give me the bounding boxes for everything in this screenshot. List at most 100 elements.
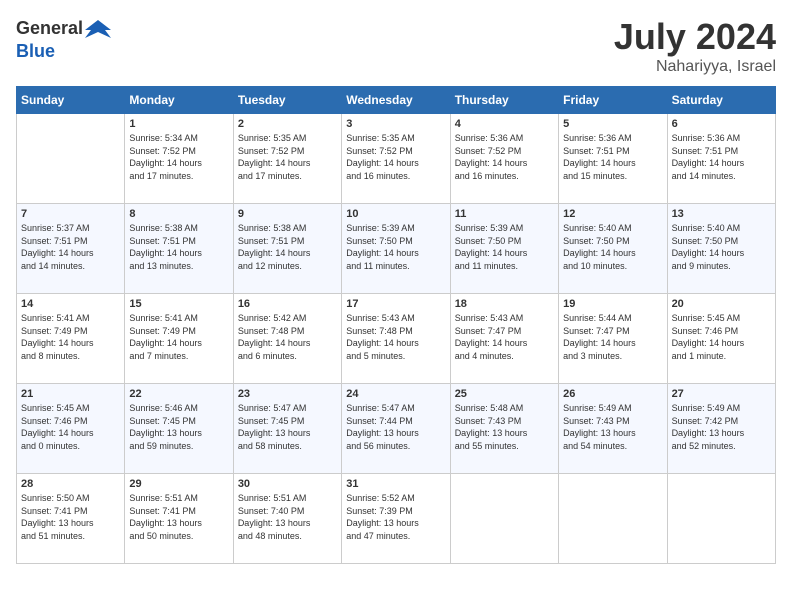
day-info: Sunrise: 5:38 AM Sunset: 7:51 PM Dayligh…: [129, 222, 228, 272]
day-number: 9: [238, 208, 337, 220]
calendar-table: SundayMondayTuesdayWednesdayThursdayFrid…: [16, 86, 776, 564]
day-number: 21: [21, 388, 120, 400]
day-cell: 22Sunrise: 5:46 AM Sunset: 7:45 PM Dayli…: [125, 384, 233, 474]
day-cell: 8 Sunrise: 5:38 AM Sunset: 7:51 PM Daylig…: [125, 204, 233, 294]
day-number: 7: [21, 208, 120, 220]
day-info: Sunrise: 5:37 AM Sunset: 7:51 PM Dayligh…: [21, 222, 120, 272]
week-row-3: 14 Sunrise: 5:41 AM Sunset: 7:49 PM Dayli…: [17, 294, 776, 384]
day-cell: 11 Sunrise: 5:39 AM Sunset: 7:50 PM Dayli…: [450, 204, 558, 294]
title-block: July 2024 Nahariyya, Israel: [614, 16, 776, 76]
day-cell: 18 Sunrise: 5:43 AM Sunset: 7:47 PM Dayli…: [450, 294, 558, 384]
month-title: July 2024: [614, 16, 776, 58]
week-row-2: 7 Sunrise: 5:37 AM Sunset: 7:51 PM Daylig…: [17, 204, 776, 294]
day-cell: 19 Sunrise: 5:44 AM Sunset: 7:47 PM Dayli…: [559, 294, 667, 384]
day-cell: [17, 114, 125, 204]
day-number: 31: [346, 478, 445, 490]
page-header: General Blue July 2024 Nahariyya, Israel: [16, 16, 776, 76]
day-info: Sunrise: 5:36 AM Sunset: 7:51 PM Dayligh…: [563, 132, 662, 182]
col-header-wednesday: Wednesday: [342, 87, 450, 114]
day-info: Sunrise: 5:34 AM Sunset: 7:52 PM Dayligh…: [129, 132, 228, 182]
day-cell: 2 Sunrise: 5:35 AM Sunset: 7:52 PM Daylig…: [233, 114, 341, 204]
day-info: Sunrise: 5:43 AM Sunset: 7:48 PM Dayligh…: [346, 312, 445, 362]
day-cell: 29 Sunrise: 5:51 AM Sunset: 7:41 PM Dayli…: [125, 474, 233, 564]
day-number: 11: [455, 208, 554, 220]
day-info: Sunrise: 5:49 AM Sunset: 7:43 PM Dayligh…: [563, 402, 662, 452]
day-cell: 27Sunrise: 5:49 AM Sunset: 7:42 PM Dayli…: [667, 384, 775, 474]
day-cell: [559, 474, 667, 564]
day-number: 12: [563, 208, 662, 220]
day-cell: 9 Sunrise: 5:38 AM Sunset: 7:51 PM Daylig…: [233, 204, 341, 294]
day-cell: 12 Sunrise: 5:40 AM Sunset: 7:50 PM Dayli…: [559, 204, 667, 294]
day-info: Sunrise: 5:41 AM Sunset: 7:49 PM Dayligh…: [129, 312, 228, 362]
week-row-1: 1 Sunrise: 5:34 AM Sunset: 7:52 PM Daylig…: [17, 114, 776, 204]
day-number: 24: [346, 388, 445, 400]
day-info: Sunrise: 5:44 AM Sunset: 7:47 PM Dayligh…: [563, 312, 662, 362]
day-number: 4: [455, 118, 554, 130]
day-number: 29: [129, 478, 228, 490]
day-cell: 10 Sunrise: 5:39 AM Sunset: 7:50 PM Dayli…: [342, 204, 450, 294]
day-number: 28: [21, 478, 120, 490]
day-number: 18: [455, 298, 554, 310]
day-number: 2: [238, 118, 337, 130]
day-info: Sunrise: 5:35 AM Sunset: 7:52 PM Dayligh…: [238, 132, 337, 182]
day-info: Sunrise: 5:48 AM Sunset: 7:43 PM Dayligh…: [455, 402, 554, 452]
day-info: Sunrise: 5:36 AM Sunset: 7:52 PM Dayligh…: [455, 132, 554, 182]
day-number: 23: [238, 388, 337, 400]
day-info: Sunrise: 5:38 AM Sunset: 7:51 PM Dayligh…: [238, 222, 337, 272]
day-cell: 21 Sunrise: 5:45 AM Sunset: 7:46 PM Dayli…: [17, 384, 125, 474]
logo-text-block: General Blue: [16, 16, 111, 62]
day-info: Sunrise: 5:36 AM Sunset: 7:51 PM Dayligh…: [672, 132, 771, 182]
logo-general: General: [16, 18, 83, 38]
day-number: 1: [129, 118, 228, 130]
day-info: Sunrise: 5:52 AM Sunset: 7:39 PM Dayligh…: [346, 492, 445, 542]
week-row-5: 28 Sunrise: 5:50 AM Sunset: 7:41 PM Dayli…: [17, 474, 776, 564]
day-info: Sunrise: 5:47 AM Sunset: 7:45 PM Dayligh…: [238, 402, 337, 452]
day-info: Sunrise: 5:39 AM Sunset: 7:50 PM Dayligh…: [346, 222, 445, 272]
day-info: Sunrise: 5:49 AM Sunset: 7:42 PM Dayligh…: [672, 402, 771, 452]
day-number: 19: [563, 298, 662, 310]
day-number: 3: [346, 118, 445, 130]
day-cell: 16Sunrise: 5:42 AM Sunset: 7:48 PM Dayli…: [233, 294, 341, 384]
day-cell: 28 Sunrise: 5:50 AM Sunset: 7:41 PM Dayli…: [17, 474, 125, 564]
week-row-4: 21 Sunrise: 5:45 AM Sunset: 7:46 PM Dayli…: [17, 384, 776, 474]
col-header-friday: Friday: [559, 87, 667, 114]
day-cell: 6 Sunrise: 5:36 AM Sunset: 7:51 PM Daylig…: [667, 114, 775, 204]
day-info: Sunrise: 5:43 AM Sunset: 7:47 PM Dayligh…: [455, 312, 554, 362]
location-title: Nahariyya, Israel: [614, 58, 776, 76]
day-number: 5: [563, 118, 662, 130]
day-info: Sunrise: 5:40 AM Sunset: 7:50 PM Dayligh…: [672, 222, 771, 272]
day-number: 25: [455, 388, 554, 400]
day-cell: 13Sunrise: 5:40 AM Sunset: 7:50 PM Dayli…: [667, 204, 775, 294]
day-info: Sunrise: 5:50 AM Sunset: 7:41 PM Dayligh…: [21, 492, 120, 542]
day-number: 10: [346, 208, 445, 220]
day-info: Sunrise: 5:42 AM Sunset: 7:48 PM Dayligh…: [238, 312, 337, 362]
day-number: 20: [672, 298, 771, 310]
day-info: Sunrise: 5:51 AM Sunset: 7:41 PM Dayligh…: [129, 492, 228, 542]
day-number: 8: [129, 208, 228, 220]
day-info: Sunrise: 5:39 AM Sunset: 7:50 PM Dayligh…: [455, 222, 554, 272]
logo-bird-icon: [85, 16, 111, 42]
day-cell: [667, 474, 775, 564]
day-cell: 31 Sunrise: 5:52 AM Sunset: 7:39 PM Dayli…: [342, 474, 450, 564]
header-row: SundayMondayTuesdayWednesdayThursdayFrid…: [17, 87, 776, 114]
col-header-saturday: Saturday: [667, 87, 775, 114]
day-info: Sunrise: 5:40 AM Sunset: 7:50 PM Dayligh…: [563, 222, 662, 272]
col-header-thursday: Thursday: [450, 87, 558, 114]
col-header-sunday: Sunday: [17, 87, 125, 114]
day-cell: 4 Sunrise: 5:36 AM Sunset: 7:52 PM Daylig…: [450, 114, 558, 204]
day-info: Sunrise: 5:45 AM Sunset: 7:46 PM Dayligh…: [21, 402, 120, 452]
day-cell: 26 Sunrise: 5:49 AM Sunset: 7:43 PM Dayli…: [559, 384, 667, 474]
day-number: 6: [672, 118, 771, 130]
day-cell: 30Sunrise: 5:51 AM Sunset: 7:40 PM Dayli…: [233, 474, 341, 564]
day-cell: 24Sunrise: 5:47 AM Sunset: 7:44 PM Dayli…: [342, 384, 450, 474]
day-cell: 17 Sunrise: 5:43 AM Sunset: 7:48 PM Dayli…: [342, 294, 450, 384]
day-info: Sunrise: 5:41 AM Sunset: 7:49 PM Dayligh…: [21, 312, 120, 362]
day-cell: 7 Sunrise: 5:37 AM Sunset: 7:51 PM Daylig…: [17, 204, 125, 294]
day-number: 17: [346, 298, 445, 310]
day-number: 26: [563, 388, 662, 400]
day-number: 14: [21, 298, 120, 310]
day-info: Sunrise: 5:51 AM Sunset: 7:40 PM Dayligh…: [238, 492, 337, 542]
day-cell: 25 Sunrise: 5:48 AM Sunset: 7:43 PM Dayli…: [450, 384, 558, 474]
day-cell: 1 Sunrise: 5:34 AM Sunset: 7:52 PM Daylig…: [125, 114, 233, 204]
day-cell: 14 Sunrise: 5:41 AM Sunset: 7:49 PM Dayli…: [17, 294, 125, 384]
